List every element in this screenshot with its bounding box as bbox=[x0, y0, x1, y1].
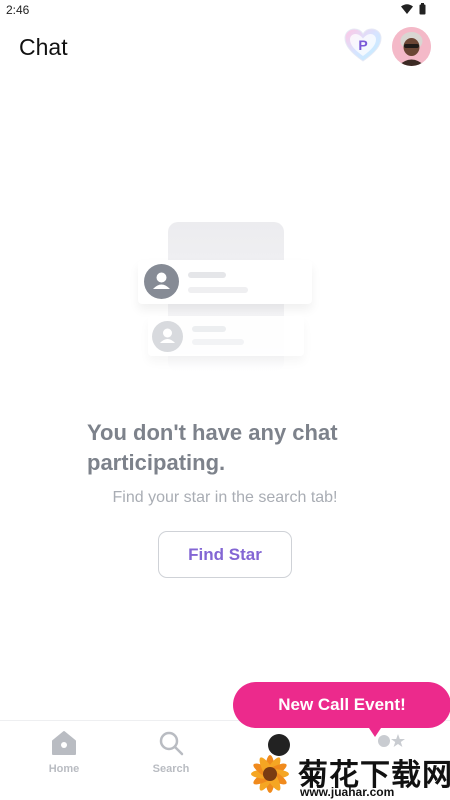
status-time: 2:46 bbox=[6, 3, 30, 17]
empty-chat-illustration bbox=[136, 220, 316, 380]
nav-item-search[interactable]: Search bbox=[136, 729, 206, 775]
wifi-icon bbox=[401, 4, 413, 14]
avatar[interactable] bbox=[392, 27, 431, 66]
illustration-avatar bbox=[152, 321, 183, 352]
flower-logo-icon bbox=[251, 755, 289, 793]
empty-state-subtitle: Find your star in the search tab! bbox=[112, 489, 338, 506]
status-icons bbox=[401, 3, 426, 15]
person-icon bbox=[153, 272, 170, 289]
person-icon bbox=[160, 328, 175, 343]
empty-state-title-line2: participating. bbox=[87, 450, 226, 475]
watermark: 菊花下载网 www.juahar.com bbox=[244, 748, 450, 800]
empty-state-title-line1: You don't have any chat bbox=[87, 420, 338, 445]
event-bubble-tail bbox=[367, 725, 383, 737]
status-bar: 2:46 bbox=[0, 0, 450, 22]
find-star-button[interactable]: Find Star bbox=[158, 531, 292, 578]
nav-label-home: Home bbox=[48, 763, 80, 775]
new-call-event-bubble[interactable]: New Call Event! bbox=[233, 682, 450, 728]
illustration-chat-card bbox=[148, 316, 304, 356]
premium-badge-letter: P bbox=[358, 37, 367, 53]
watermark-url: www.juahar.com bbox=[300, 785, 395, 799]
nav-label-search: Search bbox=[152, 763, 190, 775]
premium-badge-button[interactable]: P bbox=[344, 28, 382, 64]
nav-item-home[interactable]: Home bbox=[29, 729, 99, 775]
illustration-avatar bbox=[144, 264, 179, 299]
page-title: Chat bbox=[19, 34, 68, 60]
home-icon bbox=[52, 731, 76, 755]
premium-heart-icon: P bbox=[344, 28, 382, 62]
empty-state-title: You don't have any chat participating. bbox=[87, 418, 387, 478]
illustration-chat-card bbox=[138, 260, 312, 304]
battery-icon bbox=[419, 3, 426, 15]
user-avatar-icon bbox=[392, 27, 431, 66]
search-icon bbox=[159, 731, 184, 756]
